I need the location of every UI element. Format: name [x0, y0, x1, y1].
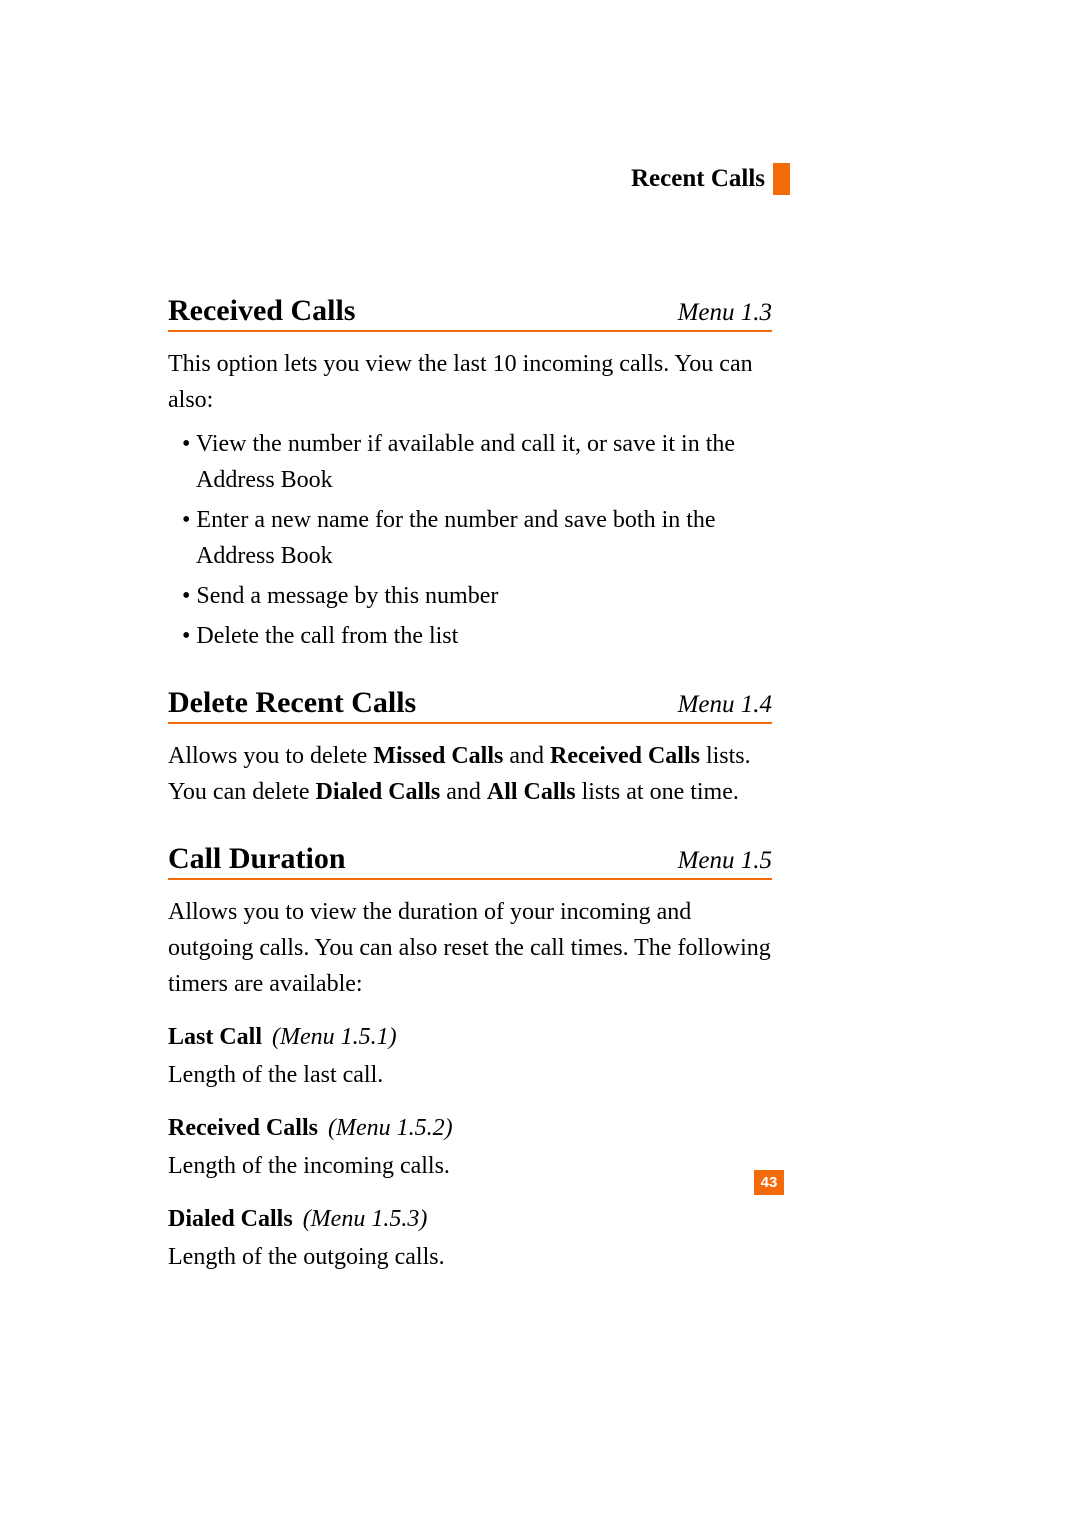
bullet-list: View the number if available and call it… [168, 426, 772, 654]
section-heading-call-duration: Call Duration Menu 1.5 [168, 842, 772, 880]
section-title: Call Duration [168, 842, 346, 876]
section-marker-icon [773, 163, 790, 195]
section-heading-received-calls: Received Calls Menu 1.3 [168, 294, 772, 332]
section-menu-label: Menu 1.3 [678, 299, 772, 327]
page-header: Recent Calls [631, 163, 790, 195]
section-intro: This option lets you view the last 10 in… [168, 346, 772, 418]
subsection-menu-label: (Menu 1.5.2) [328, 1115, 453, 1141]
subsection-menu-label: (Menu 1.5.3) [303, 1206, 428, 1232]
section-menu-label: Menu 1.5 [678, 847, 772, 875]
subsection-menu-label: (Menu 1.5.1) [272, 1024, 397, 1050]
subsection-title: Dialed Calls [168, 1206, 293, 1232]
section-paragraph: Allows you to delete Missed Calls and Re… [168, 738, 772, 810]
page-content: Received Calls Menu 1.3 This option lets… [168, 294, 772, 1283]
page-number-badge: 43 [754, 1170, 784, 1195]
page: Recent Calls Received Calls Menu 1.3 Thi… [0, 0, 1080, 1537]
page-header-title: Recent Calls [631, 165, 765, 193]
section-intro: Allows you to view the duration of your … [168, 894, 772, 1002]
list-item: Send a message by this number [168, 578, 772, 614]
section-heading-delete-recent-calls: Delete Recent Calls Menu 1.4 [168, 686, 772, 724]
subsection-title: Last Call [168, 1024, 262, 1050]
subsection-text: Length of the outgoing calls. [168, 1239, 772, 1275]
list-item: Enter a new name for the number and save… [168, 502, 772, 574]
section-menu-label: Menu 1.4 [678, 691, 772, 719]
subsection-heading-dialed-calls: Dialed Calls (Menu 1.5.3) [168, 1206, 772, 1233]
section-title: Received Calls [168, 294, 355, 328]
subsection-title: Received Calls [168, 1115, 318, 1141]
subsection-heading-last-call: Last Call (Menu 1.5.1) [168, 1024, 772, 1051]
subsection-heading-received-calls: Received Calls (Menu 1.5.2) [168, 1115, 772, 1142]
subsection-text: Length of the last call. [168, 1057, 772, 1093]
subsection-text: Length of the incoming calls. [168, 1148, 772, 1184]
list-item: View the number if available and call it… [168, 426, 772, 498]
section-title: Delete Recent Calls [168, 686, 416, 720]
list-item: Delete the call from the list [168, 618, 772, 654]
